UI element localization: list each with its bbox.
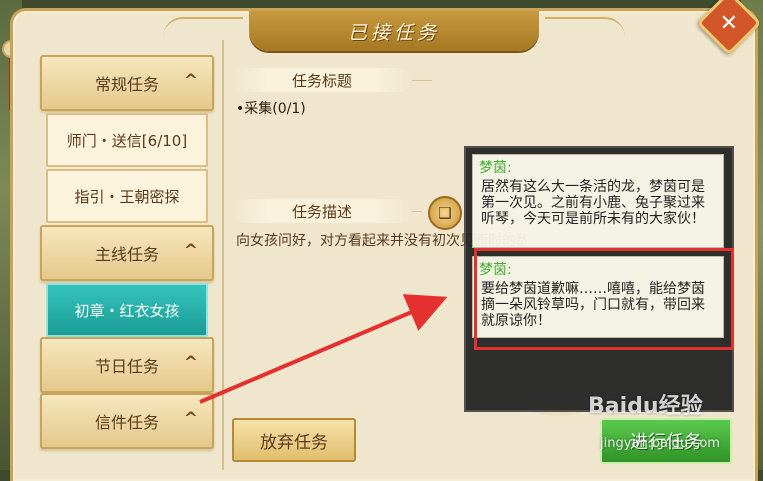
baidu-watermark: Baidu经验 [588, 394, 703, 419]
watermark-url: jingyan.baidu.com [600, 436, 720, 451]
